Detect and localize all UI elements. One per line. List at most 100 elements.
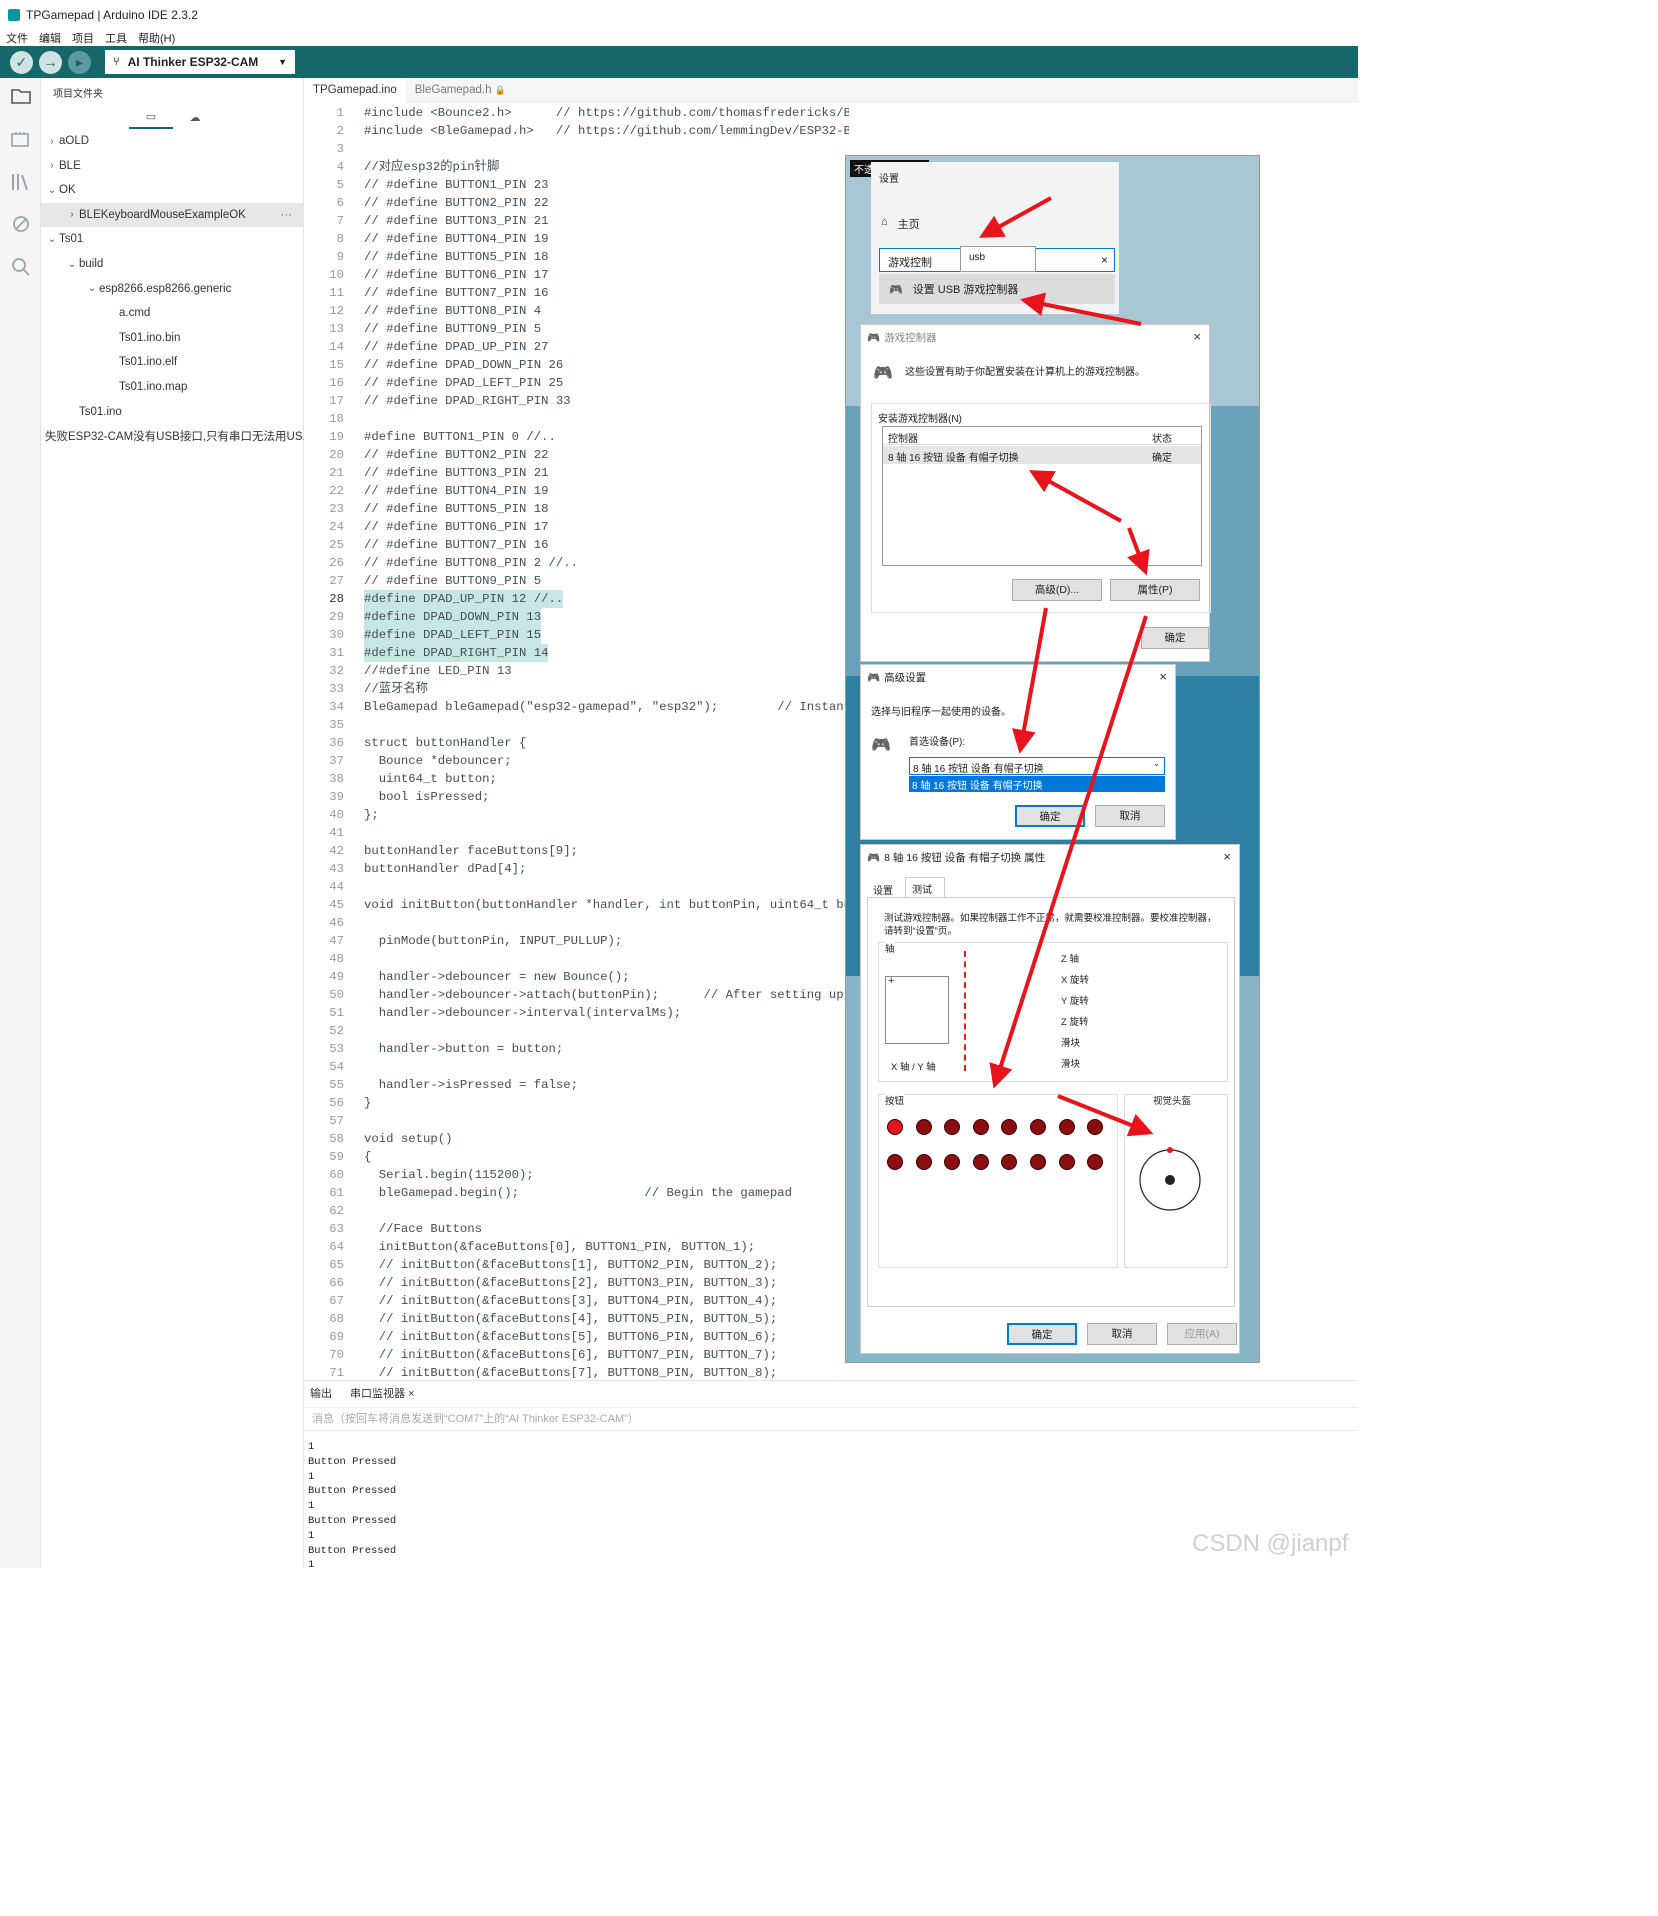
code-line[interactable]: 24 // #define BUTTON6_PIN 17 <box>304 518 849 536</box>
preferred-device-select[interactable]: 8 轴 16 按钮 设备 有帽子切换 ⌄ <box>909 757 1165 775</box>
code-line[interactable]: 59 { <box>304 1148 849 1166</box>
list-item[interactable]: 8 轴 16 按钮 设备 有帽子切换 确定 <box>883 446 1201 464</box>
code-line[interactable]: 71 // initButton(&faceButtons[7], BUTTON… <box>304 1364 849 1378</box>
code-line[interactable]: 13 // #define BUTTON9_PIN 5 <box>304 320 849 338</box>
code-line[interactable]: 11 // #define BUTTON7_PIN 16 <box>304 284 849 302</box>
code-line[interactable]: 21 // #define BUTTON3_PIN 21 <box>304 464 849 482</box>
code-line[interactable]: 14 // #define DPAD_UP_PIN 27 <box>304 338 849 356</box>
code-line[interactable]: 45 void initButton(buttonHandler *handler… <box>304 896 849 914</box>
code-line[interactable]: 8 // #define BUTTON4_PIN 19 <box>304 230 849 248</box>
code-line[interactable]: 42 buttonHandler faceButtons[9]; <box>304 842 849 860</box>
code-line[interactable]: 3 <box>304 140 849 158</box>
code-line[interactable]: 12 // #define BUTTON8_PIN 4 <box>304 302 849 320</box>
tree-item[interactable]: Ts01.ino <box>41 400 304 424</box>
code-line[interactable]: 26 // #define BUTTON8_PIN 2 //.. <box>304 554 849 572</box>
code-line[interactable]: 7 // #define BUTTON3_PIN 21 <box>304 212 849 230</box>
code-line[interactable]: 36 struct buttonHandler { <box>304 734 849 752</box>
code-line[interactable]: 55 handler->isPressed = false; <box>304 1076 849 1094</box>
menu-help[interactable]: 帮助(H) <box>138 30 175 46</box>
verify-button[interactable]: ✓ <box>10 50 33 74</box>
code-line[interactable]: 58 void setup() <box>304 1130 849 1148</box>
library-icon[interactable] <box>10 172 32 194</box>
code-line[interactable]: 62 <box>304 1202 849 1220</box>
tab-settings[interactable]: 设置 <box>867 879 903 897</box>
code-line[interactable]: 66 // initButton(&faceButtons[2], BUTTON… <box>304 1274 849 1292</box>
tree-item[interactable]: Ts01.ino.bin <box>41 326 304 350</box>
code-line[interactable]: 37 Bounce *debouncer; <box>304 752 849 770</box>
tree-item[interactable]: › BLEKeyboardMouseExampleOK ··· <box>41 202 305 227</box>
code-line[interactable]: 70 // initButton(&faceButtons[6], BUTTON… <box>304 1346 849 1364</box>
code-line[interactable]: 31 #define DPAD_RIGHT_PIN 14 <box>304 644 849 662</box>
clear-icon[interactable]: × <box>1101 253 1108 267</box>
code-line[interactable]: 63 //Face Buttons <box>304 1220 849 1238</box>
code-line[interactable]: 50 handler->debouncer->attach(buttonPin)… <box>304 986 849 1004</box>
tree-item[interactable]: ⌄ esp8266.esp8266.generic <box>41 277 304 301</box>
code-line[interactable]: 6 // #define BUTTON2_PIN 22 <box>304 194 849 212</box>
tree-item[interactable]: Ts01.ino.elf <box>41 350 304 374</box>
code-line[interactable]: 67 // initButton(&faceButtons[3], BUTTON… <box>304 1292 849 1310</box>
code-line[interactable]: 52 <box>304 1022 849 1040</box>
properties-button[interactable]: 属性(P) <box>1110 579 1200 601</box>
code-line[interactable]: 40}; <box>304 806 849 824</box>
menu-edit[interactable]: 编辑 <box>39 30 61 46</box>
code-line[interactable]: 65 // initButton(&faceButtons[1], BUTTON… <box>304 1256 849 1274</box>
cloud-sketchbook-tab[interactable]: ☁ <box>173 105 217 129</box>
search-result[interactable]: 🎮 设置 USB 游戏控制器 <box>879 274 1115 304</box>
tree-item[interactable]: › BLE <box>41 154 304 178</box>
code-line[interactable]: 34 BleGamepad bleGamepad("esp32-gamepad",… <box>304 698 849 716</box>
ok-button[interactable]: 确定 <box>1015 805 1085 827</box>
code-line[interactable]: 27 // #define BUTTON9_PIN 5 <box>304 572 849 590</box>
menu-sketch[interactable]: 项目 <box>72 30 94 46</box>
code-line[interactable]: 32 //#define LED_PIN 13 <box>304 662 849 680</box>
tab-tpgamepad[interactable]: TPGamepad.ino <box>304 78 406 102</box>
more-icon[interactable]: ··· <box>281 209 305 221</box>
tab-output[interactable]: 输出 <box>310 1385 332 1401</box>
code-line[interactable]: 20 // #define BUTTON2_PIN 22 <box>304 446 849 464</box>
code-line[interactable]: 47 pinMode(buttonPin, INPUT_PULLUP); <box>304 932 849 950</box>
folder-icon[interactable] <box>10 86 32 108</box>
code-line[interactable]: 48 <box>304 950 849 968</box>
code-line[interactable]: 4 //对应esp32的pin针脚 <box>304 158 849 176</box>
code-line[interactable]: 2 #include <BleGamepad.h> // https://gith… <box>304 122 849 140</box>
search-icon[interactable] <box>10 256 32 278</box>
menu-tools[interactable]: 工具 <box>105 30 127 46</box>
advanced-button[interactable]: 高级(D)... <box>1012 579 1102 601</box>
code-line[interactable]: 18 <box>304 410 849 428</box>
debug-button[interactable]: ▸ <box>68 50 91 74</box>
tree-item[interactable]: ⌄ Ts01 <box>41 227 304 251</box>
code-line[interactable]: 33 //蓝牙名称 <box>304 680 849 698</box>
board-selector[interactable]: ⑂ AI Thinker ESP32-CAM ▼ <box>105 50 295 74</box>
code-line[interactable]: 28 #define DPAD_UP_PIN 12 //.. <box>304 590 849 608</box>
local-sketchbook-tab[interactable]: ▭ <box>129 105 173 129</box>
code-line[interactable]: 69 // initButton(&faceButtons[5], BUTTON… <box>304 1328 849 1346</box>
code-line[interactable]: 56} <box>304 1094 849 1112</box>
code-line[interactable]: 5 // #define BUTTON1_PIN 23 <box>304 176 849 194</box>
code-line[interactable]: 64 initButton(&faceButtons[0], BUTTON1_P… <box>304 1238 849 1256</box>
code-line[interactable]: 43 buttonHandler dPad[4]; <box>304 860 849 878</box>
code-line[interactable]: 25 // #define BUTTON7_PIN 16 <box>304 536 849 554</box>
close-icon[interactable]: × <box>1193 329 1201 344</box>
code-line[interactable]: 17 // #define DPAD_RIGHT_PIN 33 <box>304 392 849 410</box>
tree-item[interactable]: 失败ESP32-CAM没有USB接口,只有串口无法用US... <box>41 424 304 448</box>
code-line[interactable]: 53 handler->button = button; <box>304 1040 849 1058</box>
tab-test[interactable]: 测试 <box>905 877 945 897</box>
debug-icon[interactable] <box>10 214 32 236</box>
tree-item[interactable]: ⌄ build <box>41 252 304 276</box>
code-line[interactable]: 9 // #define BUTTON5_PIN 18 <box>304 248 849 266</box>
code-editor[interactable]: 1 #include <Bounce2.h> // https://github.… <box>304 104 849 1378</box>
dropdown-option[interactable]: 8 轴 16 按钮 设备 有帽子切换 <box>909 776 1165 792</box>
code-line[interactable]: 41 <box>304 824 849 842</box>
code-line[interactable]: 60 Serial.begin(115200); <box>304 1166 849 1184</box>
cancel-button[interactable]: 取消 <box>1095 805 1165 827</box>
tab-blegamepad[interactable]: BleGamepad.h 🔒 <box>406 78 515 102</box>
code-line[interactable]: 16 // #define DPAD_LEFT_PIN 25 <box>304 374 849 392</box>
code-line[interactable]: 49 handler->debouncer = new Bounce(); <box>304 968 849 986</box>
code-line[interactable]: 1 #include <Bounce2.h> // https://github.… <box>304 104 849 122</box>
tree-item[interactable]: Ts01.ino.map <box>41 375 304 399</box>
code-line[interactable]: 44 <box>304 878 849 896</box>
code-line[interactable]: 23 // #define BUTTON5_PIN 18 <box>304 500 849 518</box>
code-line[interactable]: 61 bleGamepad.begin(); // Begin the game… <box>304 1184 849 1202</box>
ok-button[interactable]: 确定 <box>1141 627 1209 649</box>
code-line[interactable]: 29 #define DPAD_DOWN_PIN 13 <box>304 608 849 626</box>
code-line[interactable]: 22 // #define BUTTON4_PIN 19 <box>304 482 849 500</box>
